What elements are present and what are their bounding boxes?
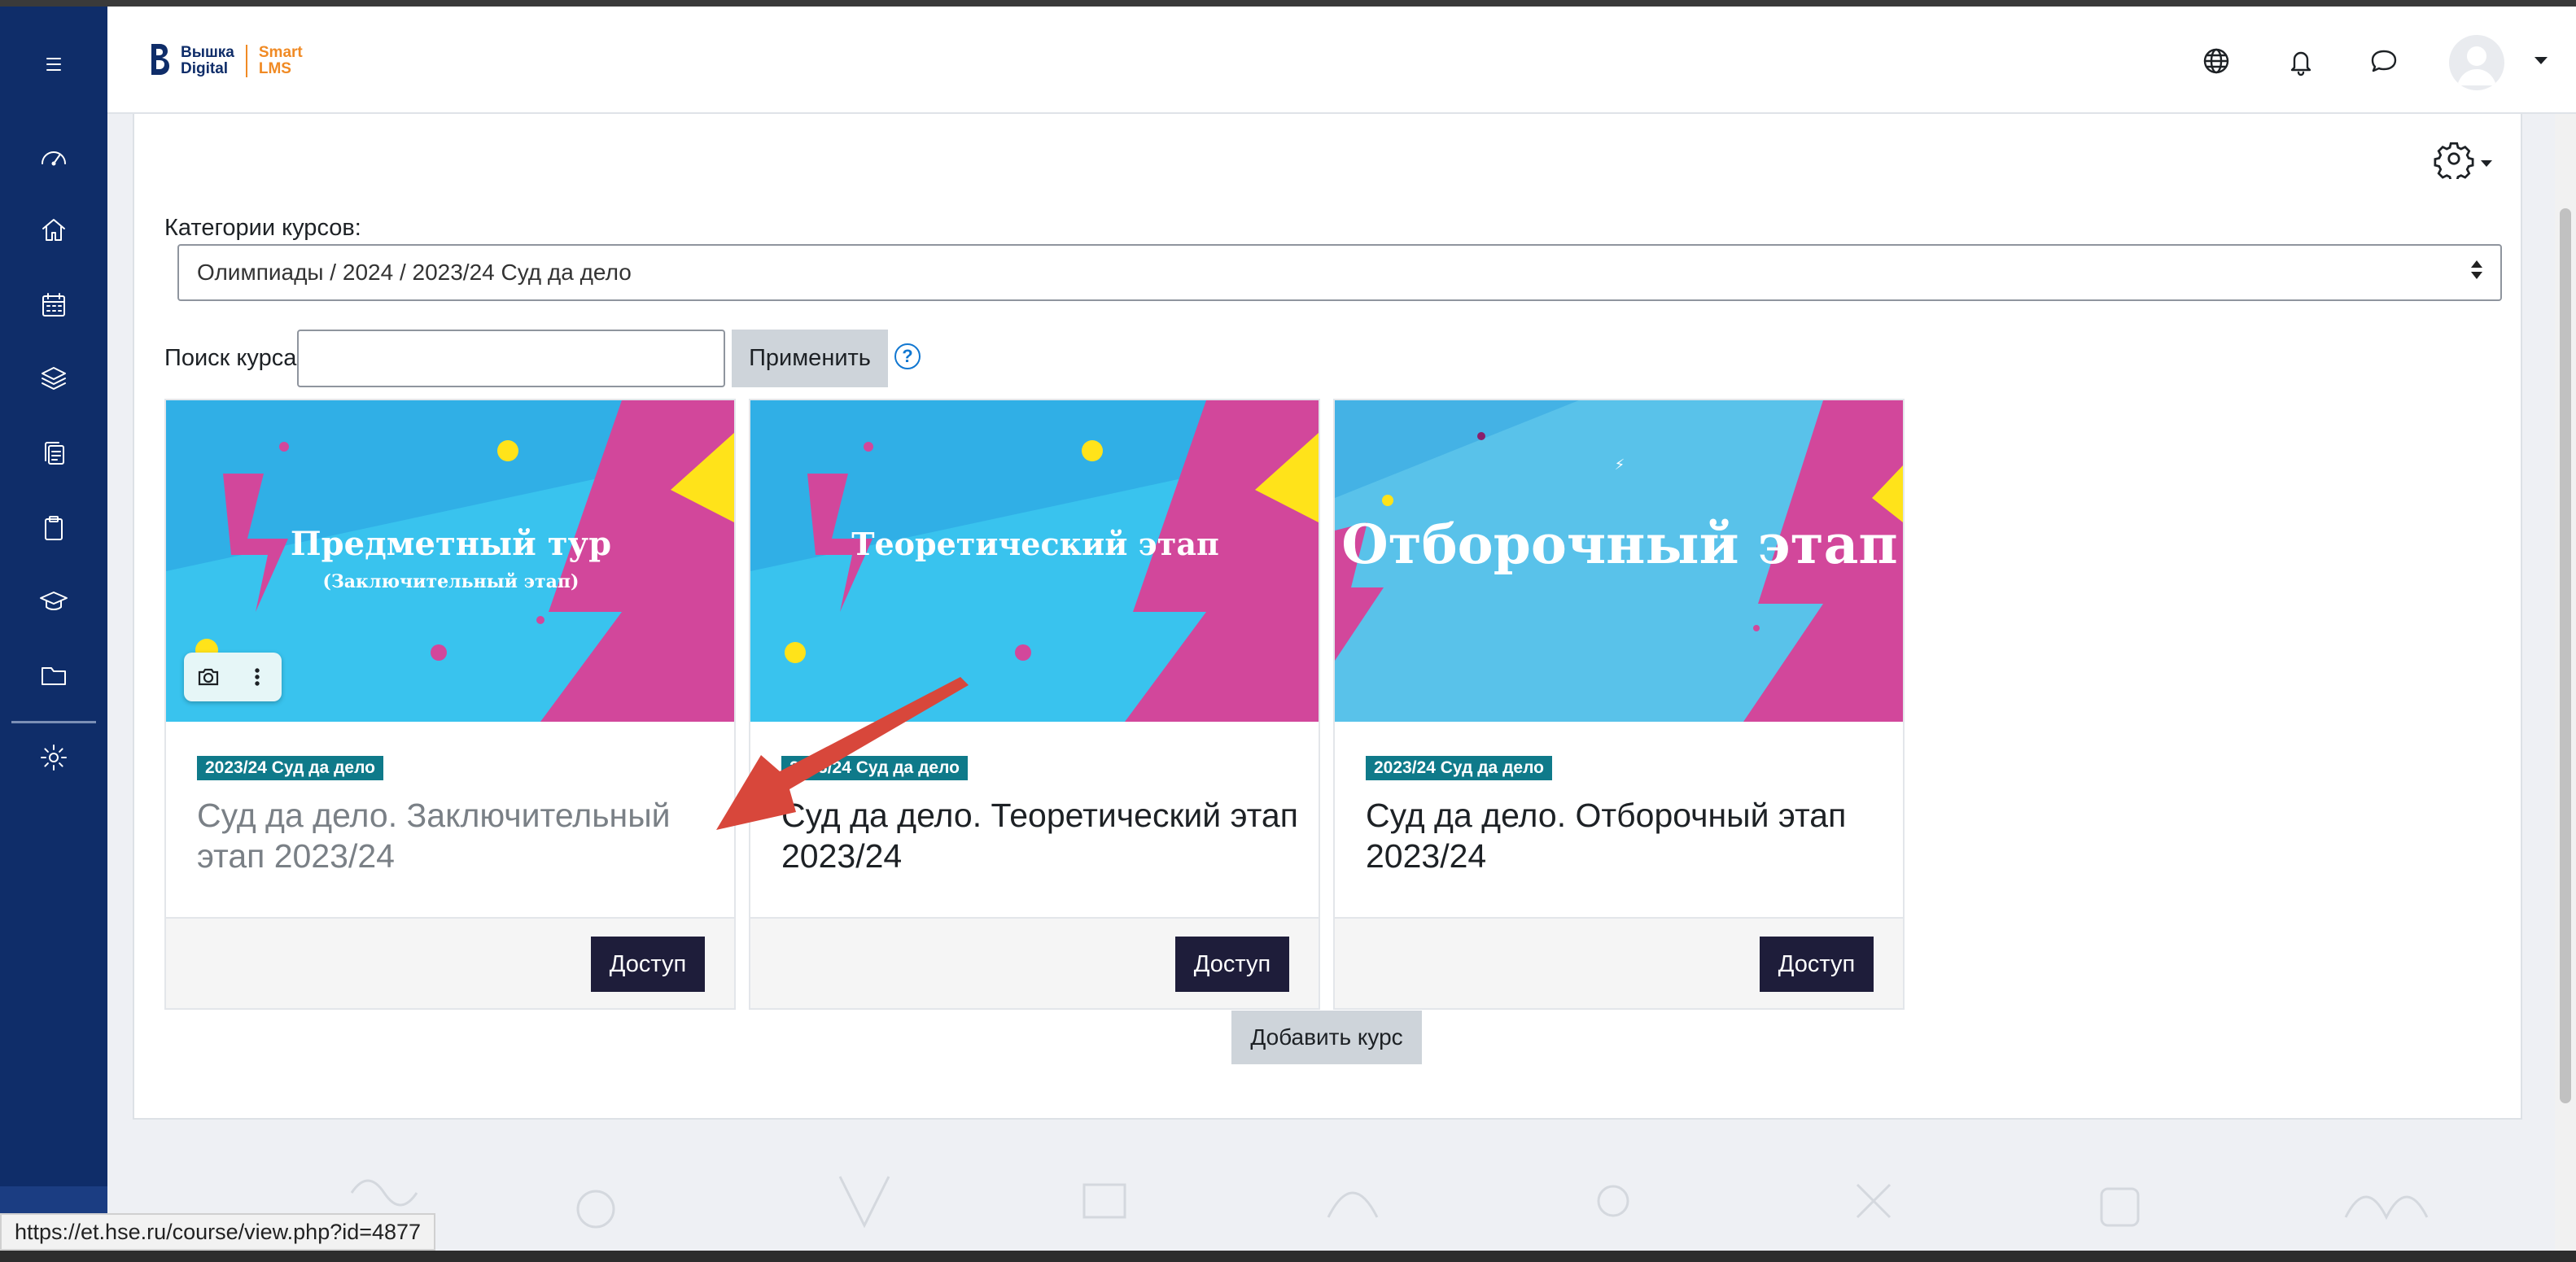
course-card: Теоретический этап 2023/24 Суд да дело С… [749,399,1320,1010]
folder-icon [42,667,66,685]
gear-icon [41,745,67,771]
banner-subtitle: (Заключительный этап) [323,571,579,592]
category-select[interactable]: Олимпиады / 2024 / 2023/24 Суд да дело [177,244,2502,301]
window-top-edge [0,0,2576,7]
top-navbar: Вышка Digital Smart LMS [107,7,2576,114]
sidebar-item-learning[interactable] [0,573,107,630]
user-icon [2457,46,2496,85]
globe-icon [2203,48,2229,74]
course-category-badge: 2023/24 Суд да дело [781,756,968,780]
course-search-input[interactable] [297,330,725,387]
sidebar-divider [11,721,96,723]
change-image-button[interactable] [184,653,233,701]
course-footer: Доступ [1335,917,1903,1008]
image-tools-overlay [184,653,282,701]
course-title-link[interactable]: Суд да дело. Отборочный этап 2023/24 [1366,795,1887,876]
chevron-down-icon[interactable] [2534,57,2548,64]
course-image[interactable]: ⚡ Отборочный этап [1335,400,1903,722]
banner-title: Отборочный этап [1341,513,1897,576]
logo-text: Вышка Digital [181,45,234,77]
sidebar-item-files[interactable] [0,646,107,703]
course-title-link[interactable]: Суд да дело. Теоретический этап 2023/24 [781,795,1302,876]
category-label: Категории курсов: [164,215,361,241]
more-options-button[interactable] [233,653,282,701]
clipboard-icon [45,516,63,540]
course-banner-image: Теоретический этап [750,400,1319,722]
gear-icon [2434,142,2474,179]
sidebar-item-tasks[interactable] [0,500,107,557]
chat-icon [2371,50,2397,72]
language-button[interactable] [2198,42,2235,80]
menu-toggle-button[interactable] [0,36,107,93]
page-settings-button[interactable] [2434,138,2492,179]
access-button[interactable]: Доступ [1760,937,1874,992]
sidebar [0,7,107,1262]
logo-line-1: Вышка [181,44,234,61]
access-button[interactable]: Доступ [1175,937,1289,992]
course-body: 2023/24 Суд да дело Суд да дело. Теорети… [750,722,1319,917]
add-course-button[interactable]: Добавить курс [1231,1011,1422,1064]
course-card: Предметный тур (Заключительный этап) 202… [164,399,736,1010]
course-banner-image: ⚡ Отборочный этап [1335,400,1903,722]
logo-smart-lms: Smart LMS [259,45,303,77]
copy-icon [45,442,64,465]
dashboard-icon [42,151,66,166]
messages-button[interactable] [2365,42,2403,80]
bell-icon [2290,51,2311,76]
sidebar-item-content[interactable] [0,425,107,482]
notifications-button[interactable] [2282,42,2320,80]
sidebar-item-courses[interactable] [0,350,107,407]
calendar-icon [42,293,65,317]
help-icon[interactable]: ? [894,343,921,369]
select-arrows-icon [2471,260,2482,279]
banner-logo: ⚡ [1615,456,1625,474]
more-vertical-icon [255,668,260,686]
logo-divider [245,45,247,77]
course-body: 2023/24 Суд да дело Суд да дело. Заключи… [166,722,734,917]
hse-logo-icon [151,44,169,75]
scrollbar-thumb[interactable] [2560,208,2571,1103]
menu-icon [46,58,61,71]
access-button[interactable]: Доступ [591,937,705,992]
camera-icon [198,668,219,686]
layers-icon [42,367,66,390]
status-bar-url: https://et.hse.ru/course/view.php?id=487… [0,1213,436,1251]
logo-smart: Smart [258,44,303,61]
site-logo[interactable]: Вышка Digital Smart LMS [148,41,303,81]
course-footer: Доступ [166,917,734,1008]
course-image[interactable]: Теоретический этап [750,400,1319,722]
banner-title: Теоретический этап [851,526,1219,562]
sidebar-item-settings[interactable] [0,729,107,786]
course-body: 2023/24 Суд да дело Суд да дело. Отбороч… [1335,722,1903,917]
logo-line-2: Digital [181,60,229,77]
banner-title: Предметный тур [291,525,611,563]
search-label: Поиск курса [164,345,297,371]
course-category-badge: 2023/24 Суд да дело [1366,756,1552,780]
logo-lms: LMS [258,60,291,77]
category-select-value: Олимпиады / 2024 / 2023/24 Суд да дело [197,260,632,285]
footer-pattern-background [107,1120,2555,1262]
course-title-link[interactable]: Суд да дело. Заключительный этап 2023/24 [197,795,718,876]
course-card: ⚡ Отборочный этап 2023/24 Суд да дело Су… [1333,399,1905,1010]
doodle-pattern-decoration [350,1176,2429,1229]
course-category-badge: 2023/24 Суд да дело [197,756,383,780]
window-bottom-edge [0,1251,2576,1262]
sidebar-item-dashboard[interactable] [0,129,107,186]
graduation-cap-icon [40,592,68,610]
apply-button[interactable]: Применить [732,330,888,387]
chevron-down-icon [2481,160,2492,167]
course-footer: Доступ [750,917,1319,1008]
sidebar-item-home[interactable] [0,202,107,259]
sidebar-item-calendar[interactable] [0,277,107,334]
user-avatar[interactable] [2449,35,2504,90]
home-icon [42,219,65,241]
